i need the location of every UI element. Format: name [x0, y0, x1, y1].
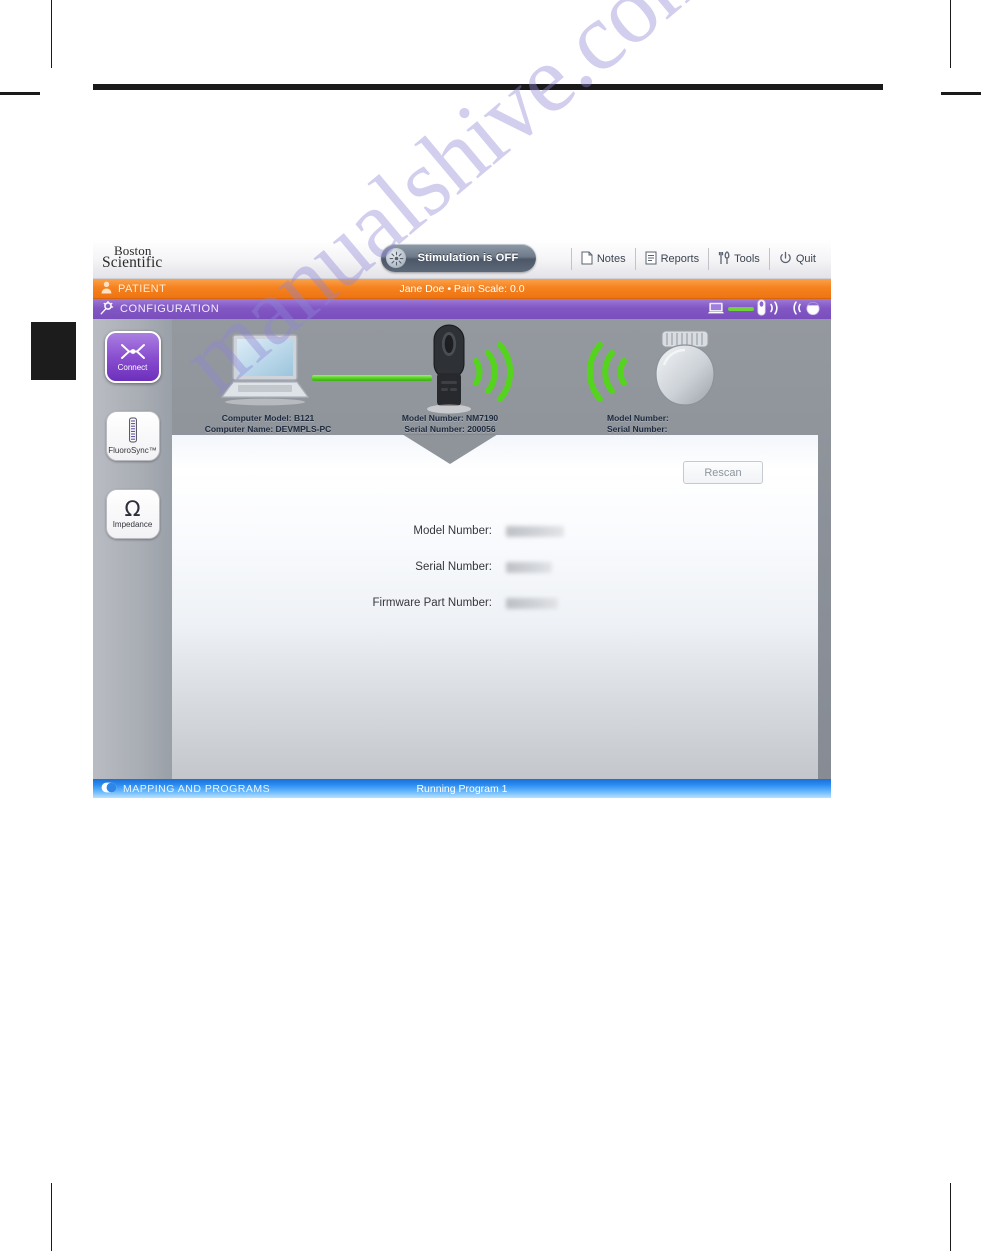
- signal-waves-left-icon: [586, 341, 628, 406]
- selection-chevron-icon: [402, 434, 498, 464]
- ipg-model-number: Model Number:: [607, 413, 669, 423]
- person-icon: [101, 281, 112, 297]
- configuration-bar[interactable]: CONFIGURATION: [93, 299, 831, 319]
- info-value-redacted: [506, 525, 564, 537]
- rescan-label: Rescan: [704, 466, 742, 479]
- ipg-caption: Model Number: Serial Number:: [607, 413, 763, 436]
- patient-bar-left: PATIENT: [93, 281, 166, 297]
- menu-item-label: Notes: [596, 253, 626, 265]
- sidebar-item-label: FluoroSync™: [108, 446, 157, 455]
- app-header: Boston Scientific Stimulation is OFF Not…: [93, 240, 831, 279]
- link-line-icon: [312, 375, 432, 381]
- stimulation-status-button[interactable]: Stimulation is OFF: [381, 244, 536, 272]
- sidebar-item-label: Impedance: [112, 520, 153, 529]
- footer-left: MAPPING AND PROGRAMS: [93, 782, 270, 796]
- power-icon: [779, 251, 792, 268]
- wand-gear-icon: [100, 300, 114, 318]
- signal-waves-right-icon: [769, 300, 782, 319]
- boston-scientific-logo: Boston Scientific: [102, 244, 222, 271]
- crop-mark-top-right: [950, 0, 951, 68]
- toggle-icon: [101, 782, 117, 796]
- logo-line-2: Scientific: [102, 254, 163, 271]
- info-label: Serial Number:: [415, 561, 492, 573]
- info-label: Model Number:: [413, 525, 492, 537]
- wand-device: [425, 323, 473, 415]
- connection-status-indicators: [707, 299, 821, 319]
- info-row-firmware-part-number: Firmware Part Number:: [172, 585, 818, 621]
- omega-icon: Ω: [124, 497, 141, 521]
- info-value-redacted: [506, 561, 552, 573]
- info-value-redacted: [506, 597, 558, 609]
- patient-summary: Jane Doe • Pain Scale: 0.0: [399, 282, 525, 295]
- menu-item-reports[interactable]: Reports: [634, 248, 709, 270]
- signal-waves-left-icon: [789, 300, 802, 319]
- wand-caption: Model Number: NM7190 Serial Number: 2000…: [384, 413, 516, 436]
- app-menu: Notes Reports Tools Quit: [570, 240, 825, 278]
- crop-mark-left: [0, 92, 40, 95]
- menu-item-label: Quit: [795, 253, 816, 265]
- page-tab-marker: [31, 322, 76, 380]
- device-chain: Computer Model: B121 Computer Name: DEVM…: [172, 319, 831, 439]
- stimulation-status-label: Stimulation is OFF: [417, 252, 519, 264]
- device-info-card: Rescan Model Number: Serial Number: Firm…: [172, 434, 818, 779]
- link-line-icon: [728, 307, 754, 311]
- menu-item-tools[interactable]: Tools: [708, 248, 769, 270]
- footer-label: MAPPING AND PROGRAMS: [123, 782, 271, 795]
- wand-icon: [757, 299, 766, 319]
- patient-bar[interactable]: PATIENT Jane Doe • Pain Scale: 0.0: [93, 279, 831, 299]
- computer-model: Computer Model: B121: [221, 413, 315, 423]
- device-info-rows: Model Number: Serial Number: Firmware Pa…: [172, 513, 818, 621]
- crop-mark-right: [941, 92, 981, 95]
- tools-icon: [718, 250, 730, 268]
- info-row-model-number: Model Number:: [172, 513, 818, 549]
- computer-device: [216, 333, 320, 407]
- ipg-icon: [805, 300, 821, 319]
- menu-item-label: Reports: [660, 253, 700, 265]
- sidebar-item-label: Connect: [117, 362, 148, 372]
- patient-bar-label: PATIENT: [118, 282, 167, 295]
- note-page-icon: [581, 251, 593, 268]
- crop-mark-bottom-left: [51, 1183, 52, 1251]
- clinician-programmer-app: Boston Scientific Stimulation is OFF Not…: [93, 240, 831, 798]
- signal-waves-right-icon: [472, 341, 514, 406]
- report-page-icon: [645, 251, 657, 268]
- crop-mark-bottom-right: [950, 1183, 951, 1251]
- laptop-icon: [707, 301, 725, 318]
- configuration-bar-left: CONFIGURATION: [93, 300, 220, 318]
- menu-item-label: Tools: [734, 253, 760, 265]
- rescan-button[interactable]: Rescan: [683, 461, 763, 484]
- fluorosync-icon: [127, 417, 139, 446]
- connection-stage: Computer Model: B121 Computer Name: DEVM…: [172, 319, 831, 779]
- wand-model-number: Model Number: NM7190: [401, 413, 499, 423]
- connect-icon: [120, 343, 146, 363]
- sunburst-icon: [386, 248, 406, 268]
- mapping-and-programs-bar[interactable]: MAPPING AND PROGRAMS Running Program 1: [93, 779, 831, 798]
- menu-item-quit[interactable]: Quit: [768, 248, 825, 270]
- page-header-rule: [93, 84, 883, 90]
- app-body: Connect FluoroSync™ Ω Impedance Computer…: [93, 319, 831, 779]
- computer-caption: Computer Model: B121 Computer Name: DEVM…: [202, 413, 334, 436]
- sidebar-item-fluorosync[interactable]: FluoroSync™: [105, 411, 160, 461]
- sidebar-item-connect[interactable]: Connect: [104, 331, 161, 383]
- ipg-device: [642, 329, 728, 411]
- info-label: Firmware Part Number:: [372, 597, 493, 609]
- sidebar-item-impedance[interactable]: Ω Impedance: [105, 489, 160, 539]
- info-row-serial-number: Serial Number:: [172, 549, 818, 585]
- menu-item-notes[interactable]: Notes: [570, 248, 635, 270]
- sidebar: Connect FluoroSync™ Ω Impedance: [93, 319, 172, 779]
- configuration-bar-label: CONFIGURATION: [120, 303, 220, 315]
- crop-mark-top-left: [51, 0, 52, 68]
